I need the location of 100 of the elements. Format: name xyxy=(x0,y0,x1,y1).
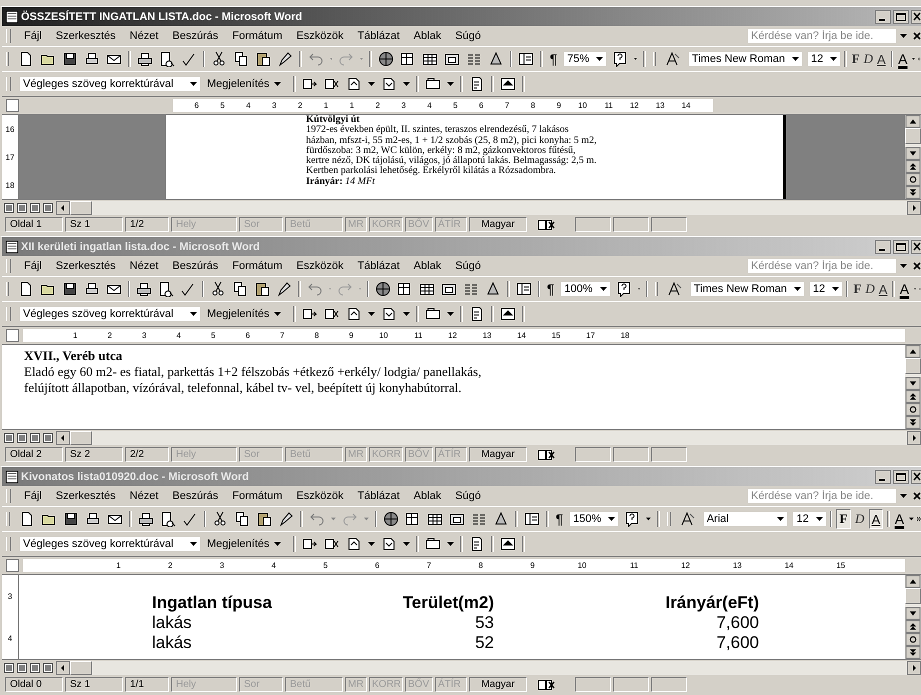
caret-icon[interactable] xyxy=(447,542,454,546)
minimize-icon[interactable] xyxy=(875,240,891,254)
globe-icon[interactable] xyxy=(375,281,392,297)
copy-icon[interactable] xyxy=(232,281,248,297)
scrollbar-thumb[interactable] xyxy=(905,358,921,374)
horizontal-ruler[interactable]: 1 2 3 4 5 6 7 8 9 10 11 12 13 14 15 xyxy=(23,559,905,572)
next-page-button[interactable] xyxy=(905,416,921,429)
brush-icon[interactable] xyxy=(277,51,294,67)
font-dropdown[interactable]: Times New Roman xyxy=(690,281,805,297)
previous-page-button[interactable] xyxy=(905,160,921,173)
menu-item[interactable]: Nézet xyxy=(122,258,166,274)
font-color-button[interactable]: A xyxy=(896,51,910,67)
underline-button[interactable]: A xyxy=(876,49,887,69)
caret-icon[interactable] xyxy=(447,312,454,316)
vertical-scrollbar[interactable] xyxy=(905,115,921,199)
close-icon[interactable] xyxy=(911,240,921,254)
show-menu-button[interactable]: Megjelenítés xyxy=(201,308,290,320)
table-icon[interactable] xyxy=(419,281,436,297)
menu-item[interactable]: Súgó xyxy=(448,28,488,44)
scissors-icon[interactable] xyxy=(212,511,228,527)
scrollbar-thumb[interactable] xyxy=(70,430,92,444)
help-icon[interactable] xyxy=(612,51,628,67)
menu-item[interactable]: Eszközök xyxy=(289,258,350,274)
print-view-icon[interactable] xyxy=(29,662,41,674)
copy-icon[interactable] xyxy=(233,51,250,67)
menu-item[interactable]: Beszúrás xyxy=(165,28,226,44)
horizontal-scrollbar[interactable] xyxy=(56,660,921,674)
caret-icon[interactable] xyxy=(900,264,907,268)
italic-button[interactable]: D xyxy=(852,509,867,529)
scrollbar-thumb[interactable] xyxy=(905,128,921,144)
outline-view-icon[interactable] xyxy=(42,662,54,674)
font-size-dropdown[interactable]: 12 xyxy=(808,281,844,297)
bold-button[interactable]: F xyxy=(836,509,851,529)
caret-icon[interactable] xyxy=(646,517,651,521)
menu-item[interactable]: Nézet xyxy=(122,28,166,44)
scroll-left-button[interactable] xyxy=(56,430,70,444)
scrollbar-thumb[interactable] xyxy=(70,660,92,674)
review-mode-dropdown[interactable]: Végleges szöveg korrektúrával xyxy=(19,536,201,552)
horizontal-scrollbar[interactable] xyxy=(56,200,921,214)
table-icon[interactable] xyxy=(422,51,438,67)
minimize-icon[interactable] xyxy=(875,470,891,484)
minimize-icon[interactable] xyxy=(875,10,891,24)
review-mode-dropdown[interactable]: Végleges szöveg korrektúrával xyxy=(19,306,201,322)
menu-item[interactable]: Eszközök xyxy=(289,488,350,504)
paste-icon[interactable] xyxy=(255,51,272,67)
help-icon[interactable] xyxy=(624,511,640,527)
close-icon[interactable] xyxy=(913,492,921,500)
copy-icon[interactable] xyxy=(234,511,250,527)
bold-button[interactable]: F xyxy=(852,279,862,299)
scroll-left-button[interactable] xyxy=(56,200,70,214)
caret-icon[interactable] xyxy=(368,542,376,546)
scroll-up-button[interactable] xyxy=(905,345,921,358)
caret-icon[interactable] xyxy=(403,312,410,316)
caret-icon[interactable] xyxy=(900,494,907,498)
menu-item[interactable]: Eszközök xyxy=(289,28,350,44)
more-icon[interactable] xyxy=(918,55,921,63)
scroll-up-button[interactable] xyxy=(905,115,921,128)
menu-item[interactable]: Ablak xyxy=(406,28,448,44)
menu-item[interactable]: Táblázat xyxy=(350,488,407,504)
next-page-button[interactable] xyxy=(905,646,921,659)
scissors-icon[interactable] xyxy=(211,51,228,67)
vertical-scrollbar[interactable] xyxy=(905,575,921,659)
undo-icon[interactable] xyxy=(308,51,324,67)
scrollbar-thumb[interactable] xyxy=(70,200,92,214)
scroll-down-button[interactable] xyxy=(905,147,921,160)
globe-icon[interactable] xyxy=(383,511,400,527)
normal-view-icon[interactable] xyxy=(3,432,15,444)
menu-item[interactable]: Formátum xyxy=(225,488,290,504)
menu-item[interactable]: Szerkesztés xyxy=(48,258,123,274)
menu-item[interactable]: Beszúrás xyxy=(165,258,226,274)
font-size-dropdown[interactable]: 12 xyxy=(792,511,827,527)
italic-button[interactable]: D xyxy=(864,279,876,299)
show-menu-button[interactable]: Megjelenítés xyxy=(201,538,290,550)
tab-selector[interactable] xyxy=(6,329,19,342)
caret-icon[interactable] xyxy=(912,57,916,61)
show-formatting-button[interactable]: ¶ xyxy=(552,511,568,527)
save-icon[interactable] xyxy=(63,511,80,527)
show-formatting-button[interactable]: ¶ xyxy=(542,281,558,297)
menu-item[interactable]: Ablak xyxy=(406,258,448,274)
italic-button[interactable]: D xyxy=(862,49,874,69)
printer-icon[interactable] xyxy=(138,511,154,527)
next-page-button[interactable] xyxy=(905,186,921,199)
scissors-icon[interactable] xyxy=(210,281,226,297)
web-view-icon[interactable] xyxy=(16,432,28,444)
caret-icon[interactable] xyxy=(403,542,410,546)
menu-item[interactable]: Formátum xyxy=(225,28,290,44)
zoom-dropdown[interactable]: 150% xyxy=(569,511,620,527)
caret-icon[interactable] xyxy=(634,57,638,61)
tab-selector[interactable] xyxy=(6,559,19,572)
menu-item[interactable]: Súgó xyxy=(448,488,488,504)
font-dropdown[interactable]: Times New Roman xyxy=(688,51,804,67)
brush-icon[interactable] xyxy=(278,511,294,527)
font-dropdown[interactable]: Arial xyxy=(702,511,788,527)
bold-button[interactable]: F xyxy=(850,49,861,69)
maximize-icon[interactable] xyxy=(893,240,909,254)
browse-object-button[interactable] xyxy=(905,403,921,416)
menu-item[interactable]: Nézet xyxy=(122,488,166,504)
normal-view-icon[interactable] xyxy=(3,662,15,674)
printer-icon[interactable] xyxy=(136,281,152,297)
previous-page-button[interactable] xyxy=(905,620,921,633)
